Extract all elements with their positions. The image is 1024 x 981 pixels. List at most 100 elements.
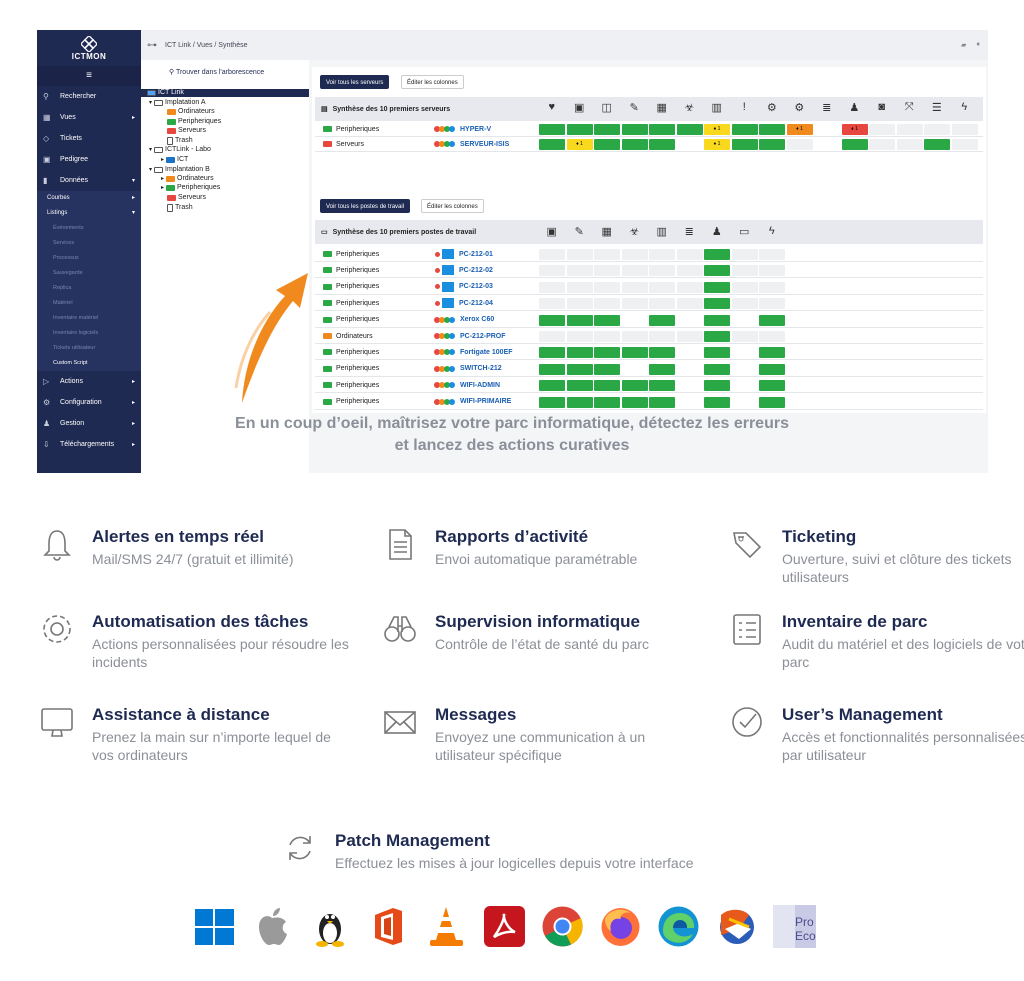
status-cell[interactable] [621, 396, 648, 408]
tree-node[interactable]: ICT Link [141, 89, 309, 97]
tree-node[interactable]: ▾ Implantation B [149, 166, 210, 174]
status-cell[interactable] [759, 281, 785, 293]
status-cell[interactable] [841, 139, 868, 150]
sidebar-listing-item[interactable]: Tickets utilisateur [37, 341, 141, 356]
status-cell[interactable] [731, 139, 758, 150]
status-cell[interactable] [731, 298, 758, 310]
status-cell[interactable] [539, 380, 565, 392]
status-cell[interactable] [649, 249, 675, 260]
status-cell[interactable] [539, 347, 565, 359]
status-cell[interactable] [594, 314, 620, 326]
expand-icon[interactable]: ▸ [161, 175, 164, 183]
status-cell[interactable] [594, 298, 620, 310]
status-cell[interactable] [704, 363, 730, 375]
server-row[interactable]: Serveurs SERVEUR-ISIS ♦ 1 ♦ 1 [315, 137, 983, 152]
status-cell[interactable] [539, 265, 565, 277]
status-cell[interactable] [566, 347, 593, 359]
sidebar-listing-item[interactable]: Services [37, 236, 141, 251]
sidebar-custom-script[interactable]: Custom Script [37, 356, 141, 371]
status-cell[interactable] [759, 265, 785, 277]
status-cell[interactable] [731, 124, 758, 135]
device-name-link[interactable]: SERVEUR-ISIS [460, 141, 509, 148]
status-cell[interactable] [759, 396, 785, 408]
status-cell[interactable] [869, 124, 895, 135]
status-cell[interactable] [594, 265, 620, 277]
status-cell[interactable] [869, 139, 895, 150]
status-cell[interactable] [594, 249, 620, 260]
status-cell[interactable] [539, 314, 565, 326]
status-cell[interactable] [621, 265, 648, 277]
workstation-row[interactable]: Peripheriques PC-212-04 [315, 296, 983, 312]
status-cell[interactable] [649, 265, 675, 277]
workstation-row[interactable]: Peripheriques PC-212-03 [315, 280, 983, 295]
status-cell[interactable] [951, 124, 978, 135]
chat-icon[interactable]: ▰ [961, 41, 966, 49]
status-cell[interactable] [594, 281, 620, 293]
status-cell[interactable]: ♦ 1 [704, 139, 730, 150]
status-cell[interactable] [759, 298, 785, 310]
status-cell[interactable] [566, 249, 593, 260]
status-cell[interactable] [539, 124, 565, 135]
expand-icon[interactable]: ▾ [149, 166, 152, 174]
status-cell[interactable] [704, 298, 730, 310]
bell-icon[interactable]: ♦ [976, 41, 980, 49]
status-cell[interactable] [896, 124, 923, 135]
device-name-link[interactable]: SWITCH-212 [460, 365, 502, 372]
status-cell[interactable] [594, 363, 620, 375]
status-cell[interactable] [814, 139, 840, 150]
sidebar-listing-item[interactable]: Processus [37, 251, 141, 266]
tree-node[interactable]: Serveurs [167, 127, 206, 135]
status-cell[interactable] [566, 265, 593, 277]
status-cell[interactable] [731, 281, 758, 293]
view-all-servers-button[interactable]: Voir tous les serveurs [320, 75, 390, 89]
status-cell[interactable] [649, 281, 675, 293]
status-cell[interactable] [786, 139, 813, 150]
tree-node[interactable]: ▾ ICTLink - Labo [149, 146, 211, 154]
device-name-link[interactable]: Xerox C60 [460, 316, 494, 323]
status-cell[interactable] [539, 331, 565, 342]
status-cell[interactable] [539, 396, 565, 408]
status-cell[interactable] [704, 314, 730, 326]
sidebar-listing-item[interactable]: Matériel [37, 296, 141, 311]
status-cell[interactable] [924, 139, 950, 150]
status-cell[interactable] [676, 298, 703, 310]
status-cell[interactable] [649, 363, 675, 375]
status-cell[interactable] [566, 380, 593, 392]
status-cell[interactable]: ♦ 1 [704, 124, 730, 135]
status-cell[interactable] [621, 298, 648, 310]
expand-icon[interactable]: ▾ [149, 99, 152, 107]
status-cell[interactable] [759, 139, 785, 150]
status-cell[interactable] [594, 124, 620, 135]
device-name-link[interactable]: WIFI-ADMIN [460, 382, 500, 389]
status-cell[interactable] [677, 139, 703, 150]
expand-icon[interactable]: ▸ [161, 184, 164, 192]
device-name-link[interactable]: HYPER-V [460, 126, 491, 133]
status-cell[interactable] [539, 139, 565, 150]
status-cell[interactable] [566, 281, 593, 293]
workstation-row[interactable]: Peripheriques Fortigate 100EF [315, 345, 983, 361]
status-cell[interactable] [676, 281, 703, 293]
expand-icon[interactable]: ▸ [161, 156, 164, 164]
tree-node[interactable]: Trash [167, 204, 193, 212]
status-cell[interactable] [896, 139, 923, 150]
device-name-link[interactable]: PC-212-01 [459, 251, 493, 258]
hierarchy-icon[interactable]: ⊶ [147, 40, 157, 51]
status-cell[interactable] [924, 124, 950, 135]
status-cell[interactable] [951, 139, 978, 150]
tree-node[interactable]: Trash [167, 137, 193, 145]
status-cell[interactable] [677, 364, 703, 375]
status-cell[interactable] [566, 314, 593, 326]
status-cell[interactable] [649, 139, 675, 150]
status-cell[interactable] [704, 380, 730, 392]
status-cell[interactable] [704, 281, 730, 293]
status-cell[interactable] [704, 249, 730, 260]
status-cell[interactable] [539, 298, 565, 310]
sidebar-item-vues[interactable]: ▦ Vues ▸ [37, 107, 141, 128]
tree-node[interactable]: ▸ Ordinateurs [161, 175, 214, 183]
status-cell[interactable] [759, 124, 785, 135]
workstation-row[interactable]: Peripheriques PC-212-02 [315, 263, 983, 279]
status-cell[interactable] [622, 364, 648, 375]
status-cell[interactable] [649, 396, 675, 408]
workstation-row[interactable]: Peripheriques WIFI-ADMIN [315, 378, 983, 394]
status-cell[interactable] [759, 363, 785, 375]
